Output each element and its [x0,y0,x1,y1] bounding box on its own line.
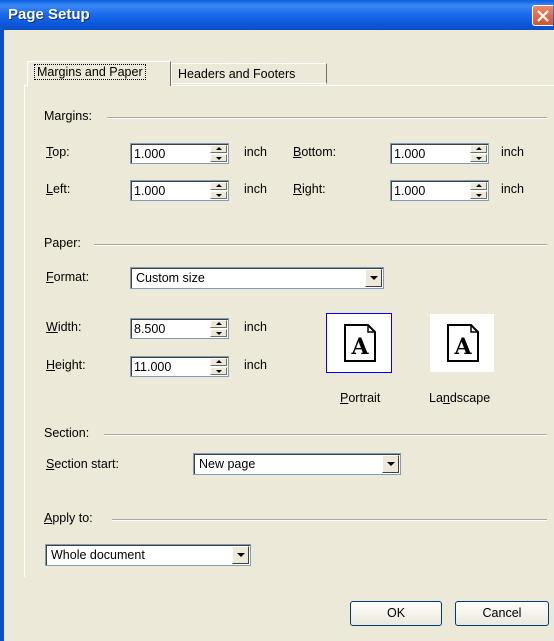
left-margin-value[interactable]: 1.000 [134,184,165,198]
section-start-value: New page [199,457,256,471]
close-button[interactable] [532,5,553,26]
section-group-label: Section: [44,426,90,440]
paper-group-label: Paper: [44,236,81,250]
bottom-label: Bottom: [293,145,337,159]
spin-down-icon[interactable] [210,329,227,337]
chevron-down-icon[interactable] [382,455,399,473]
width-value[interactable]: 8.500 [134,322,165,336]
bottom-margin-value[interactable]: 1.000 [394,147,425,161]
spin-up-icon[interactable] [210,145,227,153]
width-label: Width: [46,320,82,334]
spin-up-icon[interactable] [210,358,227,366]
paper-divider [94,244,547,246]
apply-to-value: Whole document [51,548,145,562]
section-divider [104,434,547,436]
height-spinner[interactable]: 11.000 [130,356,229,377]
spin-down-icon[interactable] [470,191,487,199]
width-unit: inch [244,320,267,334]
chevron-down-icon[interactable] [365,269,382,287]
close-icon [537,10,549,22]
left-label: Left: [46,182,71,196]
section-start-dropdown[interactable]: New page [193,453,401,475]
format-dropdown[interactable]: Custom size [130,267,384,289]
portrait-label: Portrait [340,391,381,405]
top-margin-value[interactable]: 1.000 [134,147,165,161]
section-start-label: Section start: [46,457,119,471]
width-spinner[interactable]: 8.500 [130,318,229,339]
portrait-page-icon: A [344,324,376,362]
spin-down-icon[interactable] [210,154,227,162]
left-margin-spinner[interactable]: 1.000 [130,180,229,201]
spin-down-icon[interactable] [210,367,227,375]
top-label: Top: [46,145,70,159]
format-label: Format: [46,270,90,284]
right-label: Right: [293,182,326,196]
tab-margins-and-paper[interactable]: Margins and Paper [27,61,171,86]
tab-label: Margins and Paper [34,64,146,80]
landscape-page-icon: A [447,324,479,362]
chevron-down-icon[interactable] [232,546,249,564]
height-unit: inch [244,358,267,372]
bottom-margin-spinner[interactable]: 1.000 [390,143,489,164]
spin-up-icon[interactable] [210,182,227,190]
bottom-unit: inch [501,145,524,159]
spin-down-icon[interactable] [470,154,487,162]
page-setup-dialog: Page Setup Margins and Paper Headers and… [0,0,554,641]
left-unit: inch [244,182,267,196]
right-margin-spinner[interactable]: 1.000 [390,180,489,201]
right-unit: inch [501,182,524,196]
landscape-label: Landscape [429,391,491,405]
spin-up-icon[interactable] [470,182,487,190]
svg-text:A: A [350,334,369,360]
spin-up-icon[interactable] [470,145,487,153]
apply-to-label: Apply to: [44,511,93,525]
tab-label: Headers and Footers [178,67,296,81]
ok-button[interactable]: OK [350,601,442,626]
margins-divider [107,117,547,119]
right-margin-value[interactable]: 1.000 [394,184,425,198]
window-title: Page Setup [8,6,90,23]
spin-down-icon[interactable] [210,191,227,199]
window-frame-left [0,30,4,641]
portrait-option[interactable]: A [326,313,392,373]
tab-headers-and-footers[interactable]: Headers and Footers [171,63,327,84]
height-label: Height: [46,358,86,372]
title-bar[interactable]: Page Setup [0,0,554,30]
format-value: Custom size [136,271,205,285]
svg-text:A: A [453,334,472,360]
top-margin-spinner[interactable]: 1.000 [130,143,229,164]
margins-group-label: Margins: [44,109,92,123]
spin-up-icon[interactable] [210,320,227,328]
apply-to-dropdown[interactable]: Whole document [45,544,251,566]
height-value[interactable]: 11.000 [134,360,171,374]
top-unit: inch [244,145,267,159]
landscape-option[interactable]: A [429,313,495,373]
cancel-button[interactable]: Cancel [455,601,549,626]
apply-to-divider [112,519,547,521]
